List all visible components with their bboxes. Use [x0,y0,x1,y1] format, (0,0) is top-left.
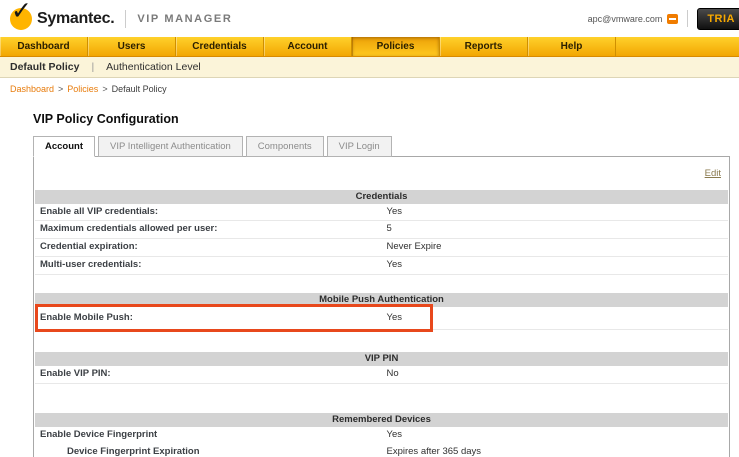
nav-tab-dashboard[interactable]: Dashboard [0,37,88,56]
nav-tab-policies[interactable]: Policies [352,37,440,56]
row-label: Enable VIP PIN: [35,366,382,383]
table-row-enable-device-fingerprint: Enable Device Fingerprint Yes [35,427,728,444]
tab-components[interactable]: Components [246,136,324,157]
page-title: VIP Policy Configuration [33,112,739,126]
row-value: Never Expire [382,239,729,256]
nav-tab-help[interactable]: Help [528,37,616,56]
row-label: Maximum credentials allowed per user: [35,221,382,238]
symantec-checkmark-icon: ✓ [10,8,32,30]
breadcrumb-dashboard[interactable]: Dashboard [10,84,54,94]
table-row-credential-expiration: Credential expiration: Never Expire [35,239,728,257]
user-menu-icon[interactable] [667,14,678,24]
section-header-credentials: Credentials [35,190,728,204]
row-value-text: 5 [387,223,724,235]
table-row-enable-vip-pin: Enable VIP PIN: No [35,366,728,384]
nav-tab-credentials[interactable]: Credentials [176,37,264,56]
breadcrumb-separator: > [102,84,107,94]
tab-account[interactable]: Account [33,136,95,157]
row-value-text: Yes [387,312,724,324]
tab-vip-intelligent-authentication[interactable]: VIP Intelligent Authentication [98,136,243,157]
product-name: VIP MANAGER [137,13,232,25]
row-value: Yes [382,257,729,274]
section-header-mobile-push-authentication: Mobile Push Authentication [35,293,728,307]
policy-section-credentials: CredentialsEnable all VIP credentials: Ye… [35,190,728,276]
trial-button[interactable]: TRIA [697,8,739,30]
subnav-separator: | [91,61,94,73]
subnav-item-authentication-level[interactable]: Authentication Level [106,61,201,73]
edit-row: Edit [34,157,729,190]
table-row-enable-mobile-push: Enable Mobile Push: Yes [35,307,728,330]
policy-section-vip-pin: VIP PINEnable VIP PIN: No [35,352,728,384]
brand-name: Symantec. [37,10,114,28]
row-label: Enable Mobile Push: [35,307,382,329]
brand-divider [125,10,126,28]
breadcrumb: Dashboard > Policies > Default Policy [0,78,739,99]
policy-section-remembered-devices: Remembered DevicesEnable Device Fingerpr… [35,413,728,457]
policy-subnav: Default Policy | Authentication Level [0,57,739,78]
policy-section-mobile-push-authentication: Mobile Push AuthenticationEnable Mobile … [35,293,728,330]
table-row-multi-user-credentials: Multi-user credentials: Yes [35,257,728,275]
row-label: Multi-user credentials: [35,257,382,274]
header-divider [687,10,688,27]
row-label: Enable all VIP credentials: [35,204,382,221]
edit-link[interactable]: Edit [705,168,721,179]
user-email[interactable]: apc@vmware.com [588,14,663,24]
config-tabs: AccountVIP Intelligent AuthenticationCom… [33,136,739,157]
policy-panel: Edit CredentialsEnable all VIP credentia… [33,156,730,457]
breadcrumb-separator: > [58,84,63,94]
row-value-text: No [387,368,724,380]
subnav-item-default-policy[interactable]: Default Policy [10,61,79,73]
sections-container: CredentialsEnable all VIP credentials: Ye… [34,190,729,457]
row-value-text: Yes [387,259,724,271]
nav-tab-reports[interactable]: Reports [440,37,528,56]
breadcrumb-default-policy: Default Policy [112,84,167,94]
top-header: ✓ Symantec. VIP MANAGER apc@vmware.com T… [0,0,739,37]
row-value: Yes [382,427,729,444]
row-value: Yes [382,307,729,329]
section-header-remembered-devices: Remembered Devices [35,413,728,427]
nav-tab-account[interactable]: Account [264,37,352,56]
header-right: apc@vmware.com TRIA [588,8,739,30]
breadcrumb-policies[interactable]: Policies [67,84,98,94]
main-nav: DashboardUsersCredentialsAccountPolicies… [0,37,739,57]
nav-tab-users[interactable]: Users [88,37,176,56]
table-row-device-fingerprint-expiration: Device Fingerprint ExpirationExpires aft… [35,444,728,457]
app-window: ✓ Symantec. VIP MANAGER apc@vmware.com T… [0,0,739,457]
row-value: Expires after 365 daysNo successful auth… [382,444,729,457]
row-label: Enable Device Fingerprint [35,427,382,444]
symantec-logo: ✓ Symantec. VIP MANAGER [10,8,232,30]
table-row-enable-all-vip-credentials: Enable all VIP credentials: Yes [35,204,728,222]
row-value: Yes [382,204,729,221]
row-value-text: Yes [387,206,724,218]
row-value-text: Never Expire [387,241,724,253]
row-value-text: Expires after 365 days [387,446,724,457]
row-value: No [382,366,729,383]
table-row-maximum-credentials-allowed-per-user: Maximum credentials allowed per user: 5 [35,221,728,239]
tab-vip-login[interactable]: VIP Login [327,136,392,157]
row-value: 5 [382,221,729,238]
section-header-vip-pin: VIP PIN [35,352,728,366]
row-label: Credential expiration: [35,239,382,256]
row-value-text: Yes [387,429,724,441]
row-label: Device Fingerprint Expiration [35,444,382,457]
